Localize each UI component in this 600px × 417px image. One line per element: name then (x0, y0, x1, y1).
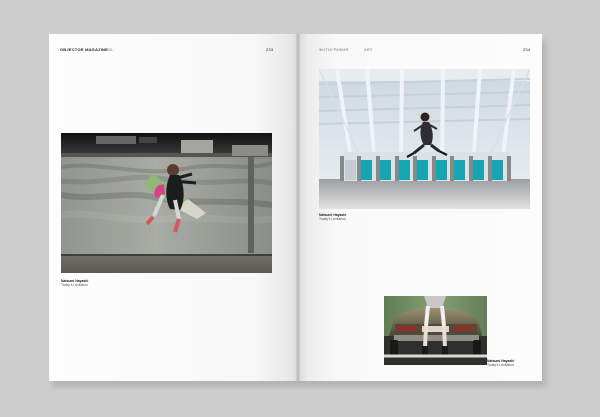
right-top-caption: Natsumi Hayashi Today's Levitation (319, 213, 346, 221)
levitation-station-photo (319, 69, 530, 209)
right-bottom-photo (384, 296, 487, 365)
right-bottom-caption: Natsumi Hayashi Today's Levitation (487, 359, 514, 367)
right-page-number: 234 (523, 47, 531, 52)
left-page-number: 233 (266, 47, 274, 52)
right-top-photo (319, 69, 530, 209)
levitation-car-photo (384, 296, 487, 365)
left-header-brand: OBJECTOR MAGAZINE (60, 47, 108, 52)
left-caption: Natsumi Hayashi Today's Levitation (61, 279, 88, 287)
right-header-subsection: ART (364, 47, 373, 52)
right-page: ФОТОГРАФИЯ ART 234 Natsumi Hayashi Today… (298, 34, 542, 381)
magazine-spine (296, 34, 300, 381)
right-header-section: ФОТОГРАФИЯ (319, 47, 349, 52)
left-header-issue: VOL (105, 47, 114, 52)
left-page: OBJECTOR MAGAZINE VOL 233 Natsumi Hayash… (49, 34, 298, 381)
right-top-caption-title: Today's Levitation (319, 217, 346, 222)
left-main-photo (61, 133, 272, 273)
levitation-wall-photo (61, 133, 272, 273)
left-caption-title: Today's Levitation (61, 283, 88, 288)
magazine-spread-stage: OBJECTOR MAGAZINE VOL 233 Natsumi Hayash… (0, 0, 600, 417)
right-bottom-caption-title: Today's Levitation (487, 363, 514, 368)
